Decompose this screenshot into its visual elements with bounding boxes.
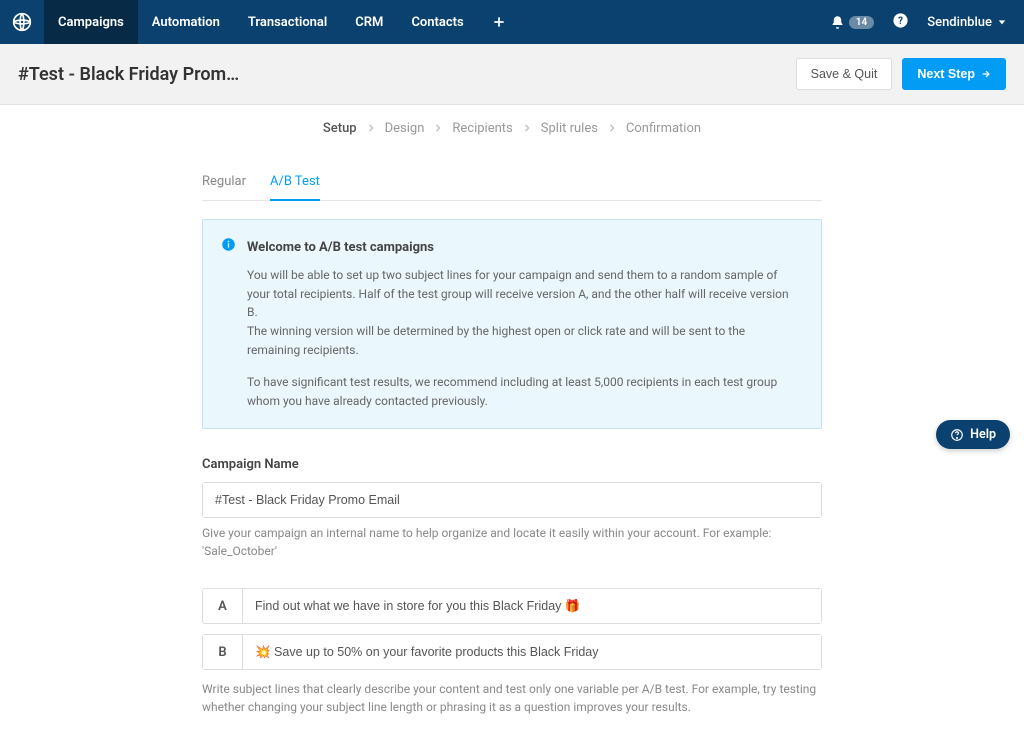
subject-lines-help: Write subject lines that clearly describ… (202, 680, 822, 716)
variant-a-label: A (203, 589, 243, 623)
next-step-label: Next Step (917, 67, 975, 81)
variant-b-label: B (203, 635, 243, 669)
campaign-name-help: Give your campaign an internal name to h… (202, 524, 822, 560)
notifications-button[interactable]: 14 (830, 15, 874, 30)
wizard-steps: Setup Design Recipients Split rules Conf… (0, 105, 1024, 144)
help-float-button[interactable]: Help (936, 420, 1010, 449)
info-box: Welcome to A/B test campaigns You will b… (202, 219, 822, 429)
nav-automation[interactable]: Automation (138, 0, 234, 44)
header-actions: Save & Quit Next Step (796, 58, 1006, 90)
nav-transactional[interactable]: Transactional (234, 0, 341, 44)
step-setup[interactable]: Setup (323, 121, 357, 136)
page-title: #Test - Black Friday Prom… (18, 64, 239, 85)
campaign-name-input[interactable] (202, 482, 822, 518)
main-content: Regular A/B Test Welcome to A/B test cam… (202, 144, 822, 756)
account-menu[interactable]: Sendinblue (927, 15, 1006, 30)
step-confirmation[interactable]: Confirmation (626, 121, 701, 136)
step-design[interactable]: Design (385, 121, 425, 136)
nav-crm[interactable]: CRM (341, 0, 397, 44)
nav-right: 14 ? Sendinblue (812, 0, 1024, 44)
nav-campaigns[interactable]: Campaigns (44, 0, 138, 44)
chevron-right-icon (434, 121, 442, 136)
tab-regular[interactable]: Regular (202, 166, 246, 201)
subject-line-a-row: A (202, 588, 822, 624)
nav-contacts[interactable]: Contacts (397, 0, 477, 44)
chevron-right-icon (367, 121, 375, 136)
campaign-name-label: Campaign Name (202, 457, 822, 472)
info-icon (221, 237, 236, 258)
notification-count-badge: 14 (849, 16, 874, 29)
header-bar: #Test - Black Friday Prom… Save & Quit N… (0, 44, 1024, 105)
step-recipients[interactable]: Recipients (452, 121, 512, 136)
chevron-right-icon (608, 121, 616, 136)
nav-items: Campaigns Automation Transactional CRM C… (44, 0, 520, 44)
brand-logo[interactable] (0, 0, 44, 44)
info-text-3: To have significant test results, we rec… (247, 373, 801, 410)
info-title: Welcome to A/B test campaigns (247, 238, 801, 258)
subject-line-b-input[interactable] (243, 635, 821, 669)
svg-text:?: ? (898, 16, 903, 27)
next-step-button[interactable]: Next Step (902, 58, 1006, 90)
subject-line-a-input[interactable] (243, 589, 821, 623)
info-text-2: The winning version will be determined b… (247, 322, 801, 359)
help-icon[interactable]: ? (892, 12, 909, 33)
save-quit-button[interactable]: Save & Quit (796, 58, 893, 90)
campaign-type-tabs: Regular A/B Test (202, 166, 822, 201)
subject-line-b-row: B (202, 634, 822, 670)
step-split-rules[interactable]: Split rules (541, 121, 598, 136)
help-float-label: Help (970, 427, 996, 442)
info-text-1: You will be able to set up two subject l… (247, 266, 801, 322)
nav-add-button[interactable] (478, 0, 520, 44)
tab-ab-test[interactable]: A/B Test (270, 166, 320, 201)
top-nav: Campaigns Automation Transactional CRM C… (0, 0, 1024, 44)
chevron-right-icon (523, 121, 531, 136)
account-label: Sendinblue (927, 15, 992, 30)
